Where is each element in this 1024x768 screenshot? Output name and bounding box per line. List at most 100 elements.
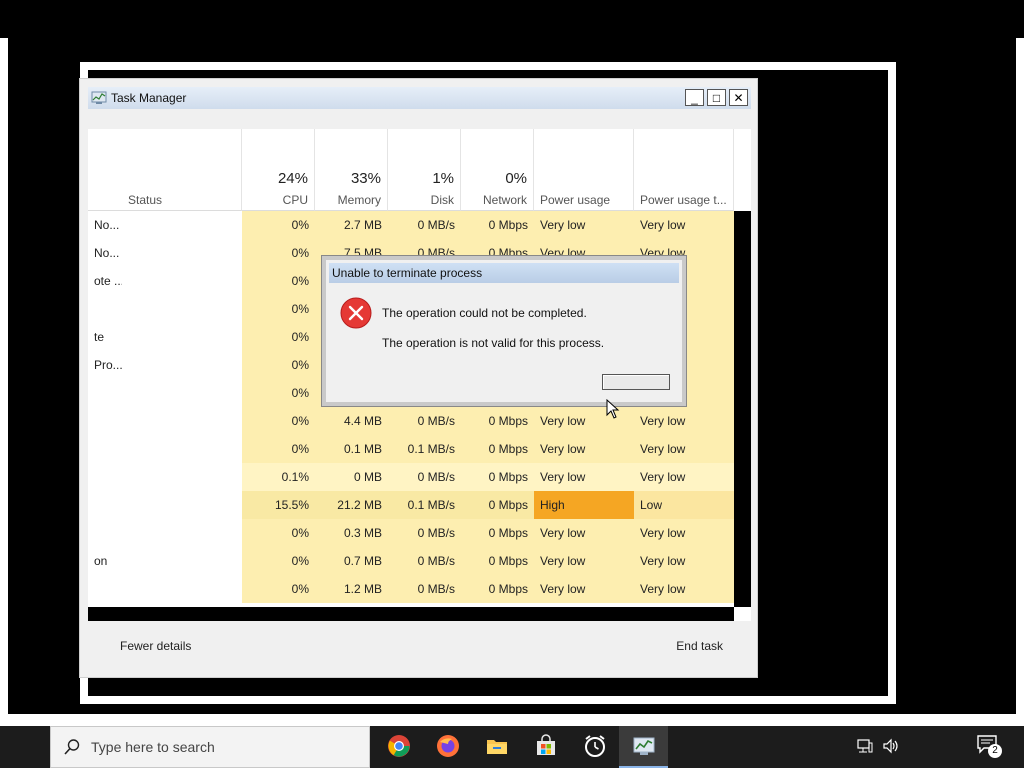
end-task-button[interactable]: End task <box>676 639 723 653</box>
cpu-total: 24% <box>277 170 308 187</box>
process-power-usage-trend: Very low <box>634 519 734 547</box>
table-row[interactable]: 0% 0.1 MB 0.1 MB/s 0 Mbps Very low Very low <box>88 435 734 463</box>
process-memory: 4.4 MB <box>315 407 388 435</box>
process-network: 0 Mbps <box>461 211 534 239</box>
process-power-usage-trend: Very low <box>634 407 734 435</box>
column-header-disk[interactable]: 1% Disk <box>388 129 461 211</box>
system-tray <box>856 726 900 768</box>
dialog-ok-button[interactable] <box>602 374 670 390</box>
fewer-details-link[interactable]: Fewer details <box>120 639 191 653</box>
process-cpu: 0% <box>242 407 315 435</box>
task-manager-icon <box>632 734 656 761</box>
table-row[interactable]: No... 0% 2.7 MB 0 MB/s 0 Mbps Very low Very lo… <box>88 211 734 239</box>
process-disk: 0 MB/s <box>388 407 461 435</box>
taskbar-app-chrome[interactable] <box>374 726 423 768</box>
taskbar-app-clock[interactable] <box>570 726 619 768</box>
volume-icon[interactable] <box>882 737 900 758</box>
process-cpu: 0% <box>242 211 315 239</box>
table-row[interactable]: on 0% 0.7 MB 0 MB/s 0 Mbps Very low Very low <box>88 547 734 575</box>
column-header-cpu[interactable]: 24% CPU <box>242 129 315 211</box>
minimize-icon: _ <box>691 90 698 105</box>
process-disk: 0 MB/s <box>388 211 461 239</box>
process-cpu: 0% <box>242 267 315 295</box>
process-status <box>122 323 242 351</box>
process-name <box>88 491 122 519</box>
column-header-name[interactable] <box>88 129 122 211</box>
maximize-button[interactable]: □ <box>707 89 726 106</box>
minimize-button[interactable]: _ <box>685 89 704 106</box>
process-name <box>88 575 122 603</box>
process-name <box>88 295 122 323</box>
taskbar-app-store[interactable] <box>521 726 570 768</box>
action-center-button[interactable]: 2 <box>976 734 1002 760</box>
column-header-status[interactable]: Status <box>122 129 242 211</box>
column-header-power-usage-trend[interactable]: Power usage t... <box>634 129 734 211</box>
search-placeholder: Type here to search <box>91 739 215 755</box>
process-name: No... <box>94 218 120 232</box>
process-cpu: 0% <box>242 379 315 407</box>
process-status <box>122 407 242 435</box>
process-network: 0 Mbps <box>461 407 534 435</box>
column-header-power-usage[interactable]: Power usage <box>534 129 634 211</box>
process-name: te <box>94 330 105 344</box>
dialog-title: Unable to terminate process <box>329 263 679 283</box>
table-row[interactable]: 0.1% 0 MB 0 MB/s 0 Mbps Very low Very low <box>88 463 734 491</box>
taskbar-search-box[interactable]: Type here to search <box>50 726 370 768</box>
column-header-network[interactable]: 0% Network <box>461 129 534 211</box>
table-row[interactable]: 0% 1.2 MB 0 MB/s 0 Mbps Very low Very low <box>88 575 734 603</box>
process-memory: 21.2 MB <box>315 491 388 519</box>
chrome-icon <box>387 734 411 761</box>
process-network: 0 Mbps <box>461 519 534 547</box>
column-label: Memory <box>337 193 381 207</box>
table-row[interactable]: 15.5% 21.2 MB 0.1 MB/s 0 Mbps High Low <box>88 491 734 519</box>
process-memory: 0.1 MB <box>315 435 388 463</box>
task-manager-titlebar[interactable]: Task Manager _ □ ✕ <box>88 87 751 109</box>
process-status <box>122 379 242 407</box>
process-power-usage: Very low <box>534 519 634 547</box>
process-network: 0 Mbps <box>461 435 534 463</box>
process-cpu: 0% <box>242 547 315 575</box>
process-power-usage: Very low <box>534 463 634 491</box>
process-cpu: 0% <box>242 435 315 463</box>
process-power-usage-trend: Very low <box>634 211 734 239</box>
process-name <box>88 463 122 491</box>
process-power-usage-trend: Very low <box>634 547 734 575</box>
process-status <box>122 239 242 267</box>
table-row[interactable]: 0% 4.4 MB 0 MB/s 0 Mbps Very low Very low <box>88 407 734 435</box>
taskbar-app-firefox[interactable] <box>423 726 472 768</box>
process-memory: 0 MB <box>315 463 388 491</box>
process-name: on <box>94 554 108 568</box>
column-label: CPU <box>282 193 308 207</box>
close-button[interactable]: ✕ <box>729 89 748 106</box>
window-title: Task Manager <box>111 91 187 105</box>
process-status <box>122 463 242 491</box>
task-manager-icon <box>91 91 107 105</box>
clock-icon <box>583 734 607 761</box>
search-icon <box>63 738 81 756</box>
process-status <box>122 295 242 323</box>
process-disk: 0 MB/s <box>388 575 461 603</box>
process-disk: 0 MB/s <box>388 519 461 547</box>
process-memory: 0.7 MB <box>315 547 388 575</box>
remote-frame-right <box>1016 38 1024 720</box>
process-cpu: 0% <box>242 239 315 267</box>
column-header-memory[interactable]: 33% Memory <box>315 129 388 211</box>
dialog-message: The operation could not be completed. <box>382 306 587 320</box>
taskbar-app-task-manager[interactable] <box>619 726 668 768</box>
network-icon[interactable] <box>856 737 874 758</box>
process-network: 0 Mbps <box>461 575 534 603</box>
column-label: Power usage t... <box>640 193 727 207</box>
process-status <box>122 351 242 379</box>
process-disk: 0.1 MB/s <box>388 435 461 463</box>
store-icon <box>534 733 558 761</box>
process-status <box>122 435 242 463</box>
notification-count-badge: 2 <box>988 744 1002 758</box>
start-button[interactable] <box>0 726 50 768</box>
process-disk: 0 MB/s <box>388 547 461 575</box>
process-name: ote ... <box>94 274 122 288</box>
taskbar-app-file-explorer[interactable] <box>472 726 521 768</box>
process-cpu: 0.1% <box>242 463 315 491</box>
process-memory: 0.3 MB <box>315 519 388 547</box>
table-row[interactable]: 0% 0.3 MB 0 MB/s 0 Mbps Very low Very low <box>88 519 734 547</box>
network-total: 0% <box>505 170 527 187</box>
